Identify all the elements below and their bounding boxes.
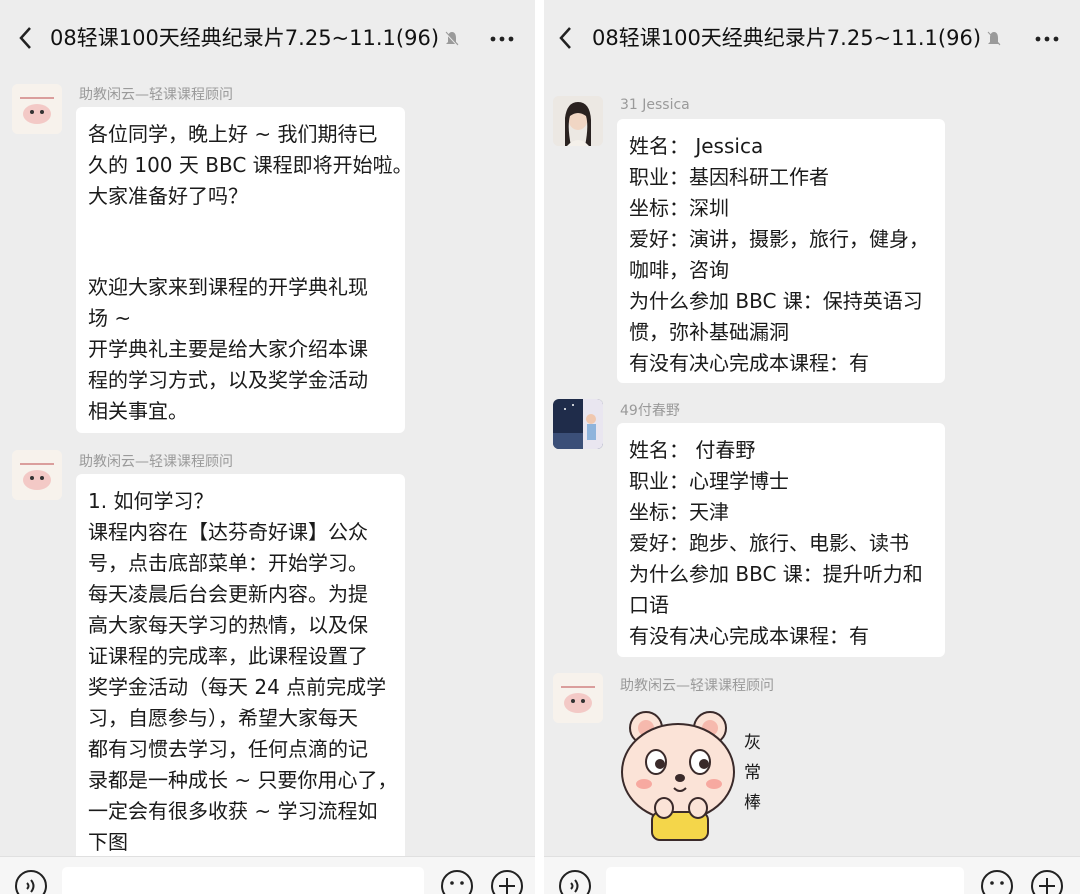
message-line: 高大家每天学习的热情，以及保 [88, 613, 368, 637]
more-dots-icon[interactable] [489, 29, 515, 49]
chat-title-text: 08轻课100天经典纪录片7.25~11.1(96) [50, 26, 440, 50]
illustration-avatar-icon [553, 399, 603, 449]
message-line: 欢迎大家来到课程的开学典礼现 [88, 275, 368, 299]
mascot-avatar-icon [553, 673, 603, 723]
mute-bell-icon [987, 31, 1001, 46]
message-line: 口语 [629, 593, 669, 617]
message-line: 坐标：天津 [629, 500, 729, 524]
message-bubble[interactable]: 各位同学，晚上好 ~ 我们期待已 久的 100 天 BBC 课程即将开始啦。 大… [76, 107, 413, 433]
message-line: 职业：心理学博士 [629, 469, 789, 493]
message-line: 下图 [88, 830, 128, 854]
sender-name: 助教闲云—轻课课程顾问 [620, 678, 774, 694]
sticker-text: 灰 [744, 733, 761, 753]
message-line: 习，自愿参与），希望大家每天 [88, 706, 358, 730]
message-line: 号，点击底部菜单：开始学习。 [88, 551, 368, 575]
message-line: 爱好：跑步、旅行、电影、读书 [629, 531, 909, 555]
message-line: 一定会有很多收获 ~ 学习流程如 [88, 799, 378, 823]
message-line: 各位同学，晚上好 ~ 我们期待已 [88, 122, 378, 146]
message-line: 课程内容在【达芬奇好课】公众 [88, 520, 368, 544]
message-line: 久的 100 天 BBC 课程即将开始啦。 [88, 153, 413, 177]
sender-name: 31 Jessica [620, 97, 690, 113]
message-line: 1. 如何学习？ [88, 489, 214, 513]
message-line: 惯，弥补基础漏洞 [629, 320, 789, 344]
message-line: 爱好：演讲，摄影，旅行，健身， [629, 227, 929, 251]
message-line: 程的学习方式，以及奖学金活动 [88, 368, 368, 392]
message-line: 职业：基因科研工作者 [629, 165, 829, 189]
avatar-jessica[interactable] [553, 96, 603, 146]
message-line: 有没有决心完成本课程：有 [629, 624, 869, 648]
message-line: 为什么参加 BBC 课：提升听力和 [629, 562, 923, 586]
chat-panel-left: 08轻课100天经典纪录片7.25~11.1(96) 助教闲云—轻课课程顾问 各… [0, 0, 535, 894]
message-line: 姓名： 付春野 [629, 438, 756, 462]
emoji-icon[interactable] [980, 869, 1014, 894]
message-line: 有没有决心完成本课程：有 [629, 351, 869, 375]
sender-name: 49付春野 [620, 403, 680, 419]
message-line: 奖学金活动（每天 24 点前完成学 [88, 675, 387, 699]
chat-title-text: 08轻课100天经典纪录片7.25~11.1(96) [592, 26, 982, 50]
message-bubble[interactable]: 姓名： Jessica 职业：基因科研工作者 坐标：深圳 爱好：演讲，摄影，旅行… [617, 119, 945, 383]
bear-sticker[interactable]: 灰 常 棒 [608, 700, 778, 845]
voice-icon[interactable] [558, 869, 592, 894]
sender-name: 助教闲云—轻课课程顾问 [79, 454, 233, 470]
chat-title: 08轻课100天经典纪录片7.25~11.1(96) [50, 20, 459, 56]
chat-header: 08轻课100天经典纪录片7.25~11.1(96) [0, 0, 535, 78]
message-line: 大家准备好了吗？ [88, 184, 248, 208]
sticker-text: 棒 [744, 793, 761, 813]
message-line: 咖啡，咨询 [629, 258, 729, 282]
message-bubble[interactable]: 姓名： 付春野 职业：心理学博士 坐标：天津 爱好：跑步、旅行、电影、读书 为什… [617, 423, 945, 657]
message-line: 都有习惯去学习，任何点滴的记 [88, 737, 368, 761]
emoji-icon[interactable] [440, 869, 474, 894]
message-line: 证课程的完成率，此课程设置了 [88, 644, 368, 668]
sender-name: 助教闲云—轻课课程顾问 [79, 87, 233, 103]
message-line: 录都是一种成长 ~ 只要你用心了， [88, 768, 398, 792]
chat-header: 08轻课100天经典纪录片7.25~11.1(96) [544, 0, 1080, 78]
plus-icon[interactable] [1030, 869, 1064, 894]
avatar-assistant[interactable] [553, 673, 603, 723]
message-line: 姓名： Jessica [629, 134, 764, 158]
avatar-fuchunye[interactable] [553, 399, 603, 449]
more-dots-icon[interactable] [1034, 29, 1060, 49]
mascot-avatar-icon [12, 84, 62, 134]
portrait-avatar-icon [553, 96, 603, 146]
message-line: 相关事宜。 [88, 399, 188, 423]
back-chevron-icon[interactable] [16, 24, 36, 52]
sticker-text: 常 [744, 763, 761, 783]
avatar-assistant[interactable] [12, 450, 62, 500]
message-line: 场 ~ [88, 306, 132, 330]
message-line: 开学典礼主要是给大家介绍本课 [88, 337, 368, 361]
message-line: 为什么参加 BBC 课：保持英语习 [629, 289, 923, 313]
mute-bell-icon [445, 31, 459, 47]
message-input[interactable] [62, 867, 424, 894]
back-chevron-icon[interactable] [556, 24, 576, 52]
input-bar [544, 856, 1080, 894]
plus-icon[interactable] [490, 869, 524, 894]
mascot-avatar-icon [12, 450, 62, 500]
input-bar [0, 856, 535, 894]
message-line: 坐标：深圳 [629, 196, 729, 220]
avatar-assistant[interactable] [12, 84, 62, 134]
message-bubble[interactable]: 1. 如何学习？ 课程内容在【达芬奇好课】公众 号，点击底部菜单：开始学习。 每… [76, 474, 405, 864]
voice-icon[interactable] [14, 869, 48, 894]
chat-title: 08轻课100天经典纪录片7.25~11.1(96) [592, 20, 1001, 56]
message-line: 每天凌晨后台会更新内容。为提 [88, 582, 368, 606]
message-input[interactable] [606, 867, 964, 894]
